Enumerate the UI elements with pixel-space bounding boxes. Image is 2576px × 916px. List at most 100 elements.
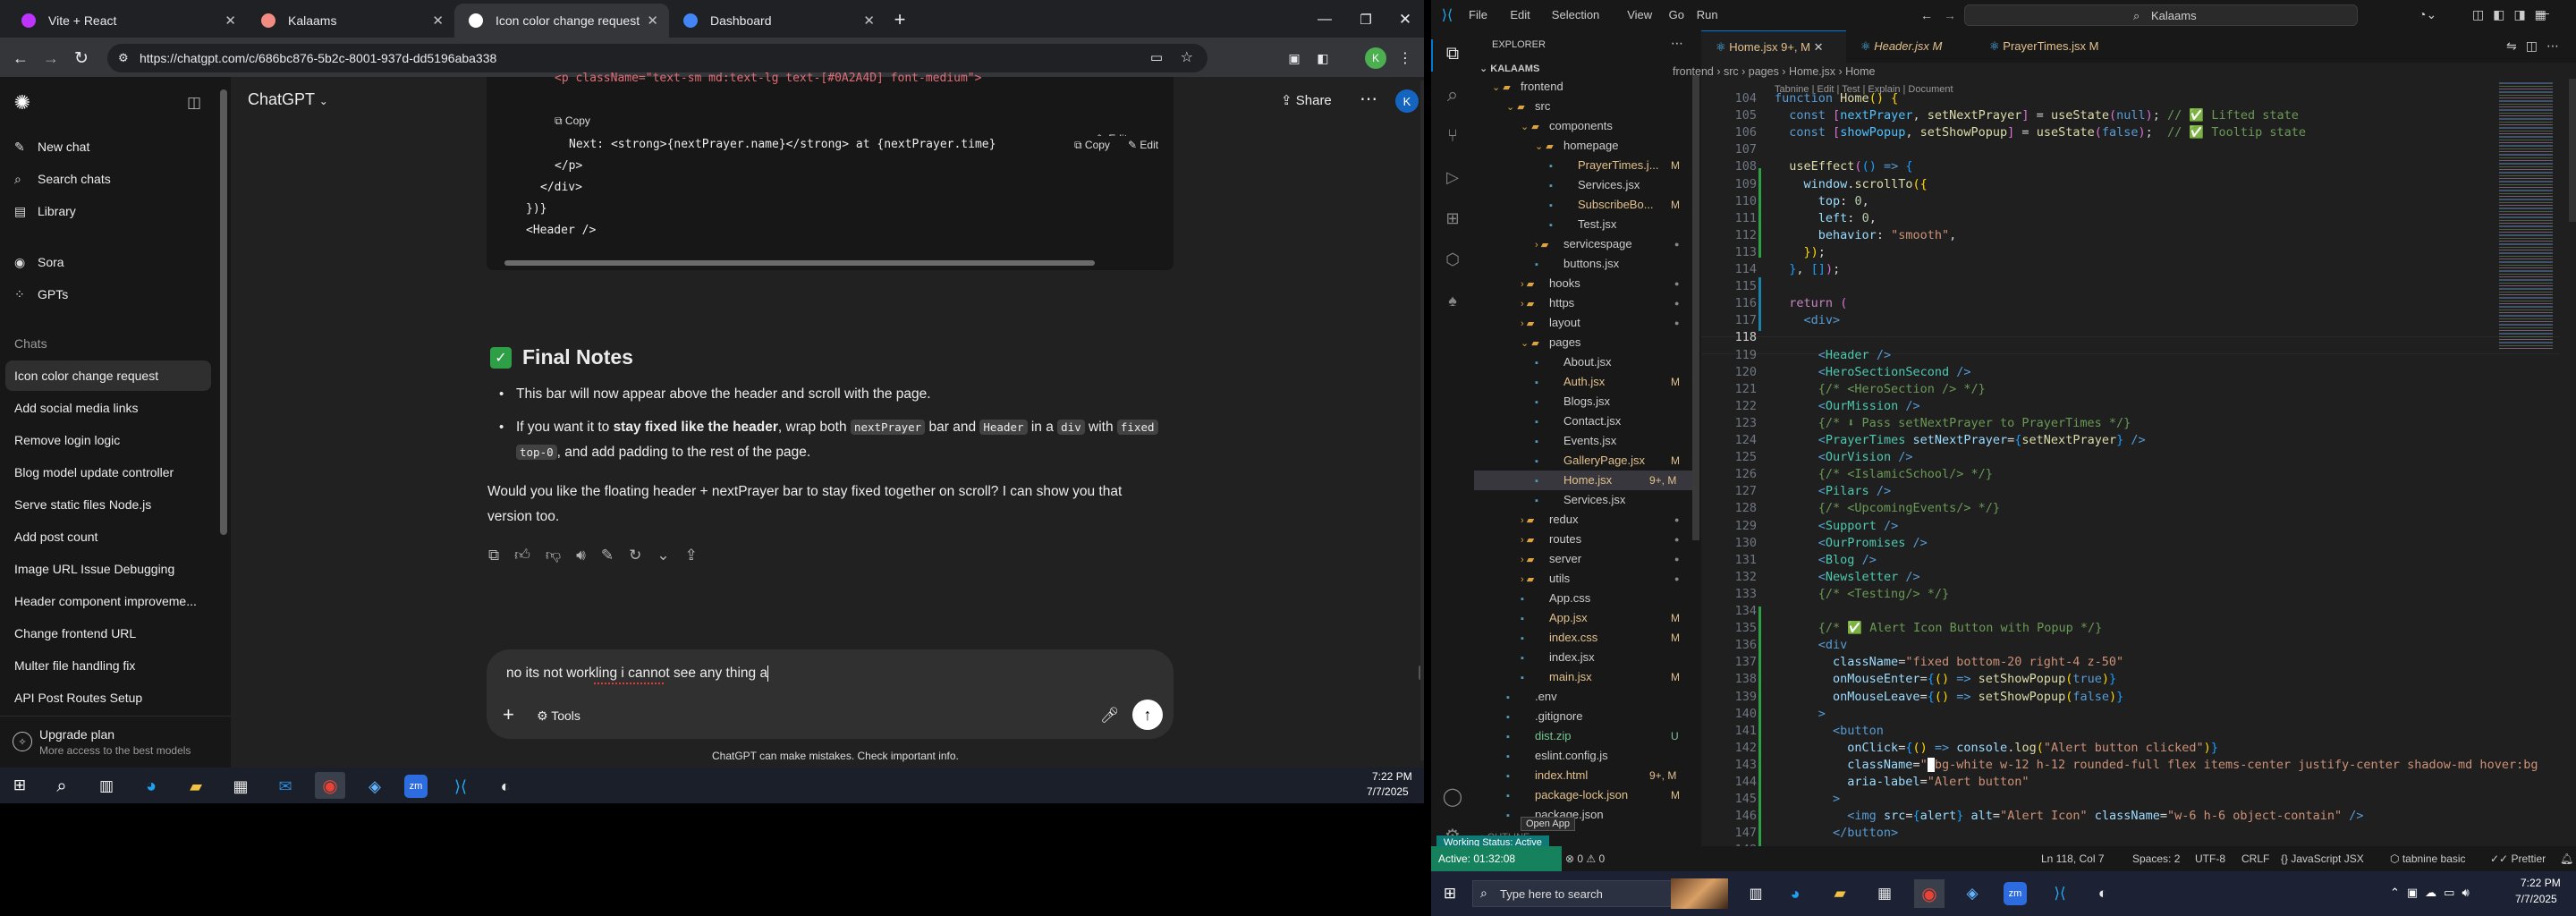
breadcrumb-item[interactable]: Home	[1845, 65, 1875, 78]
app-icon[interactable]: ◐	[2091, 882, 2114, 905]
file-item[interactable]: ▪ App.jsx	[1521, 608, 1588, 628]
sidepanel-icon[interactable]: ◧	[1313, 48, 1333, 68]
windows-start-icon[interactable]: ⊞	[11, 776, 29, 794]
code-line[interactable]: </button>	[1775, 826, 1898, 840]
folder-item[interactable]: › ▰ hooks	[1521, 274, 1580, 293]
code-line[interactable]: <div	[1775, 638, 1848, 652]
sidebar-scrollbar[interactable]	[220, 89, 227, 535]
folder-item[interactable]: › ▰ utils	[1521, 569, 1570, 589]
search-highlight-image[interactable]	[1671, 878, 1728, 909]
folder-item[interactable]: › ▰ https	[1521, 293, 1574, 313]
file-item[interactable]: ▪ index.css	[1521, 628, 1597, 648]
code-line[interactable]: top: 0,	[1775, 194, 1869, 208]
store-icon[interactable]: ▦	[1873, 882, 1896, 905]
account-icon[interactable]: ◯	[1440, 784, 1465, 809]
microphone-icon[interactable]: 🎤︎	[1100, 707, 1120, 725]
chatgpt-logo-icon[interactable]: ✺	[11, 91, 34, 114]
folder-item[interactable]: ⌄ ▰ pages	[1521, 333, 1580, 352]
mail-icon[interactable]: ✉	[274, 775, 297, 798]
file-item[interactable]: ▪ Test.jsx	[1549, 215, 1616, 234]
url-input[interactable]: ⚙ https://chatgpt.com/c/686bc876-5b2c-80…	[107, 44, 1208, 72]
share-button[interactable]: ⇪ Share	[1281, 92, 1332, 108]
file-item[interactable]: ▪ Blogs.jsx	[1535, 392, 1610, 411]
task-view-icon[interactable]: ▥	[1744, 882, 1767, 905]
file-item[interactable]: ▪ buttons.jsx	[1535, 254, 1619, 274]
clock-time[interactable]: 7:22 PM	[2521, 877, 2561, 889]
chat-list-item[interactable]: Icon color change request	[14, 366, 158, 386]
code-line[interactable]: {/* <UpcomingEvents/> */}	[1775, 501, 2000, 515]
file-item[interactable]: ▪ eslint.config.js	[1506, 746, 1608, 766]
breadcrumb-item[interactable]: src	[1724, 65, 1739, 78]
code-line[interactable]: <Support />	[1775, 519, 1898, 533]
editor-scrollbar[interactable]	[2569, 79, 2576, 222]
file-item[interactable]: ▪ GalleryPage.jsx	[1535, 451, 1645, 471]
chat-list-item[interactable]: Add post count	[14, 527, 97, 547]
app-icon[interactable]: ◐	[494, 775, 517, 798]
code-line[interactable]: window.scrollTo({	[1775, 177, 1928, 191]
folder-item[interactable]: › ▰ server	[1521, 549, 1581, 569]
file-item[interactable]: ▪ SubscribeBo...	[1549, 195, 1654, 215]
folder-item[interactable]: ⌄ ▰ frontend	[1492, 77, 1563, 97]
code-line[interactable]: <Blog />	[1775, 553, 1877, 567]
send-button[interactable]: ↑	[1132, 700, 1163, 730]
chat-list-item[interactable]: Add social media links	[14, 398, 139, 418]
file-explorer-icon[interactable]: ▰	[184, 775, 208, 798]
menu-item[interactable]: File	[1469, 8, 1487, 21]
menu-item[interactable]: Run	[1697, 8, 1718, 21]
code-line[interactable]: useEffect(() => {	[1775, 159, 1912, 174]
back-icon[interactable]: ←	[1918, 7, 1936, 23]
sidebar-toggle-icon[interactable]: ◫	[182, 91, 206, 114]
code-line[interactable]: left: 0,	[1775, 211, 1877, 225]
sidebar-sora[interactable]: ◉ Sora	[14, 252, 64, 272]
notifications-icon[interactable]: 🔔︎	[2560, 852, 2573, 865]
chat-list-item[interactable]: Serve static files Node.js	[14, 495, 151, 514]
forward-icon[interactable]: →	[1941, 7, 1959, 23]
cursor-position[interactable]: Ln 118, Col 7	[2041, 852, 2105, 865]
folder-item[interactable]: › ▰ redux	[1521, 510, 1579, 530]
problems-count[interactable]: ⊗ 0 ⚠ 0	[1565, 852, 1605, 865]
breadcrumb-item[interactable]: Home.jsx	[1789, 65, 1835, 78]
code-line[interactable]: <div>	[1775, 313, 1841, 327]
breadcrumb-item[interactable]: pages	[1749, 65, 1779, 78]
extension-icon[interactable]: ▣	[1284, 48, 1304, 68]
chat-list-item[interactable]: API Post Routes Setup	[14, 688, 142, 708]
minimap[interactable]	[2494, 79, 2569, 351]
forward-icon[interactable]: →	[38, 45, 64, 72]
model-selector[interactable]: ChatGPT ⌄	[248, 90, 328, 109]
close-icon[interactable]: ✕	[432, 13, 444, 29]
folder-item[interactable]: ⌄ ▰ homepage	[1535, 136, 1618, 156]
file-item[interactable]: ▪ Contact.jsx	[1535, 411, 1621, 431]
indentation[interactable]: Spaces: 2	[2132, 852, 2180, 865]
task-view-icon[interactable]: ▥	[95, 775, 118, 798]
tab-dashboard[interactable]: Dashboard ✕	[669, 4, 886, 38]
sidebar-library[interactable]: ▤ Library	[14, 201, 76, 221]
install-icon[interactable]: ▭	[1150, 44, 1163, 72]
copy-code-button[interactable]: ⧉ Copy	[1074, 139, 1110, 152]
maximize-icon[interactable]: ❐	[1352, 7, 1379, 32]
code-line[interactable]: {/* ⬇ Pass setNextPrayer to PrayerTimes …	[1775, 416, 2131, 430]
close-icon[interactable]: ✕	[1814, 40, 1824, 54]
minimize-icon[interactable]: —	[1311, 7, 1338, 32]
file-item[interactable]: ▪ main.jsx	[1521, 667, 1592, 687]
code-line[interactable]: onMouseLeave={() => setShowPopup(false)}	[1775, 690, 2123, 704]
add-attachment-icon[interactable]: +	[503, 703, 514, 726]
code-line[interactable]: {/* <Testing/> */}	[1775, 587, 1949, 601]
code-line[interactable]: behavior: "smooth",	[1775, 228, 1956, 242]
code-line[interactable]: <OurVision />	[1775, 450, 1913, 464]
chat-list-item[interactable]: Image URL Issue Debugging	[14, 559, 174, 579]
file-item[interactable]: ▪ App.css	[1521, 589, 1590, 608]
file-item[interactable]: ▪ Events.jsx	[1535, 431, 1616, 451]
chat-list-item[interactable]: Blog model update controller	[14, 462, 174, 482]
zoom-icon[interactable]: zm	[2004, 882, 2027, 905]
file-item[interactable]: ▪ PrayerTimes.j...	[1549, 156, 1659, 175]
code-line[interactable]: <PrayerTimes setNextPrayer={setNextPraye…	[1775, 433, 2146, 447]
code-line[interactable]: return (	[1775, 296, 1847, 310]
copy-code-button[interactable]: ⧉ Copy	[555, 114, 590, 128]
scroll-thumb[interactable]	[504, 260, 1095, 266]
source-control-icon[interactable]: ⑂	[1440, 123, 1465, 148]
vscode-icon[interactable]: ⟩⟨	[2048, 882, 2072, 905]
menu-item[interactable]: Selection	[1552, 8, 1599, 21]
speaker-icon[interactable]: 🔊︎	[576, 547, 601, 564]
regenerate-icon[interactable]: ↻⌄	[629, 547, 685, 564]
explorer-scrollbar[interactable]	[1692, 75, 1699, 540]
